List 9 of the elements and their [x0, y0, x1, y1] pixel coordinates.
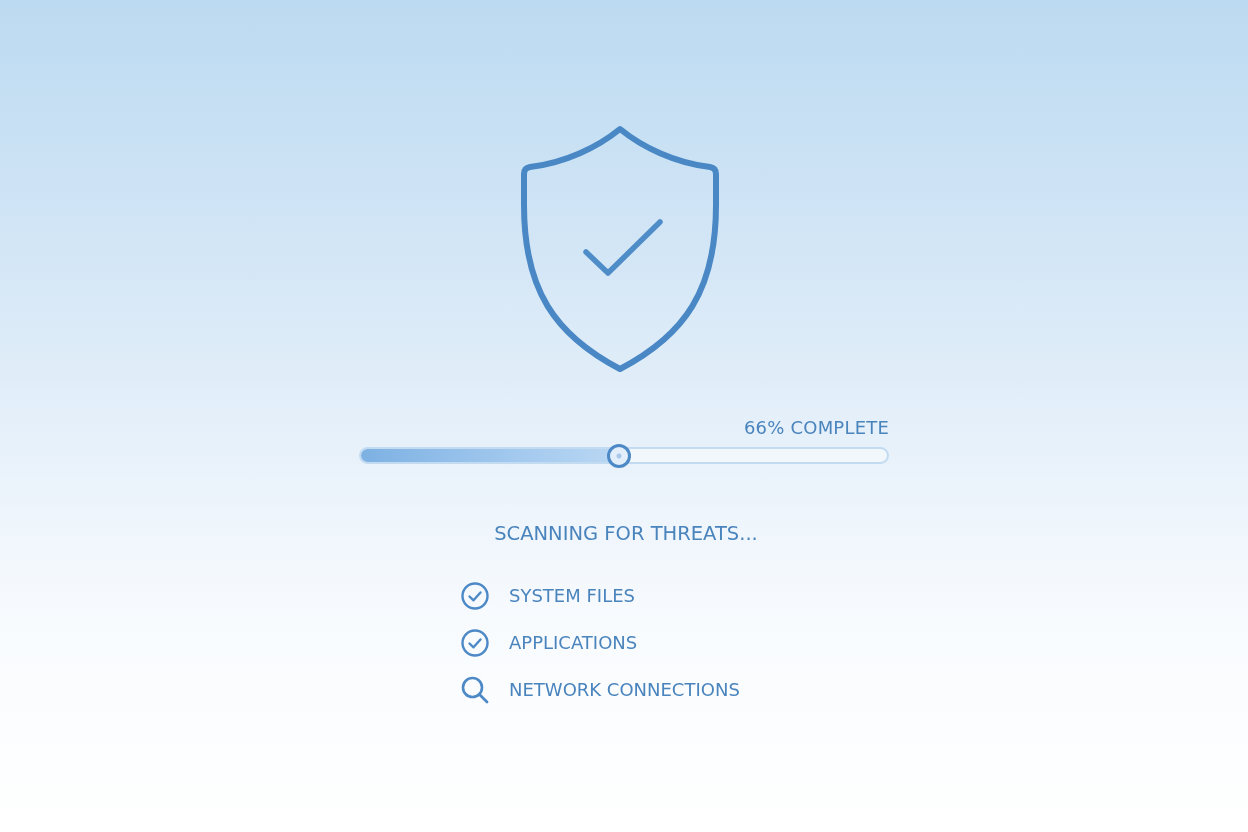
scan-item-label: APPLICATIONS — [509, 631, 638, 655]
check-circle-icon — [461, 629, 489, 657]
scan-item-label: NETWORK CONNECTIONS — [509, 678, 740, 702]
scan-status-text: SCANNING FOR THREATS... — [494, 521, 758, 547]
shield-check-icon — [520, 125, 720, 373]
progress-label: 66% COMPLETE — [743, 417, 889, 439]
search-icon — [461, 676, 489, 704]
scan-item-label: SYSTEM FILES — [509, 584, 635, 608]
check-circle-icon — [461, 582, 489, 610]
